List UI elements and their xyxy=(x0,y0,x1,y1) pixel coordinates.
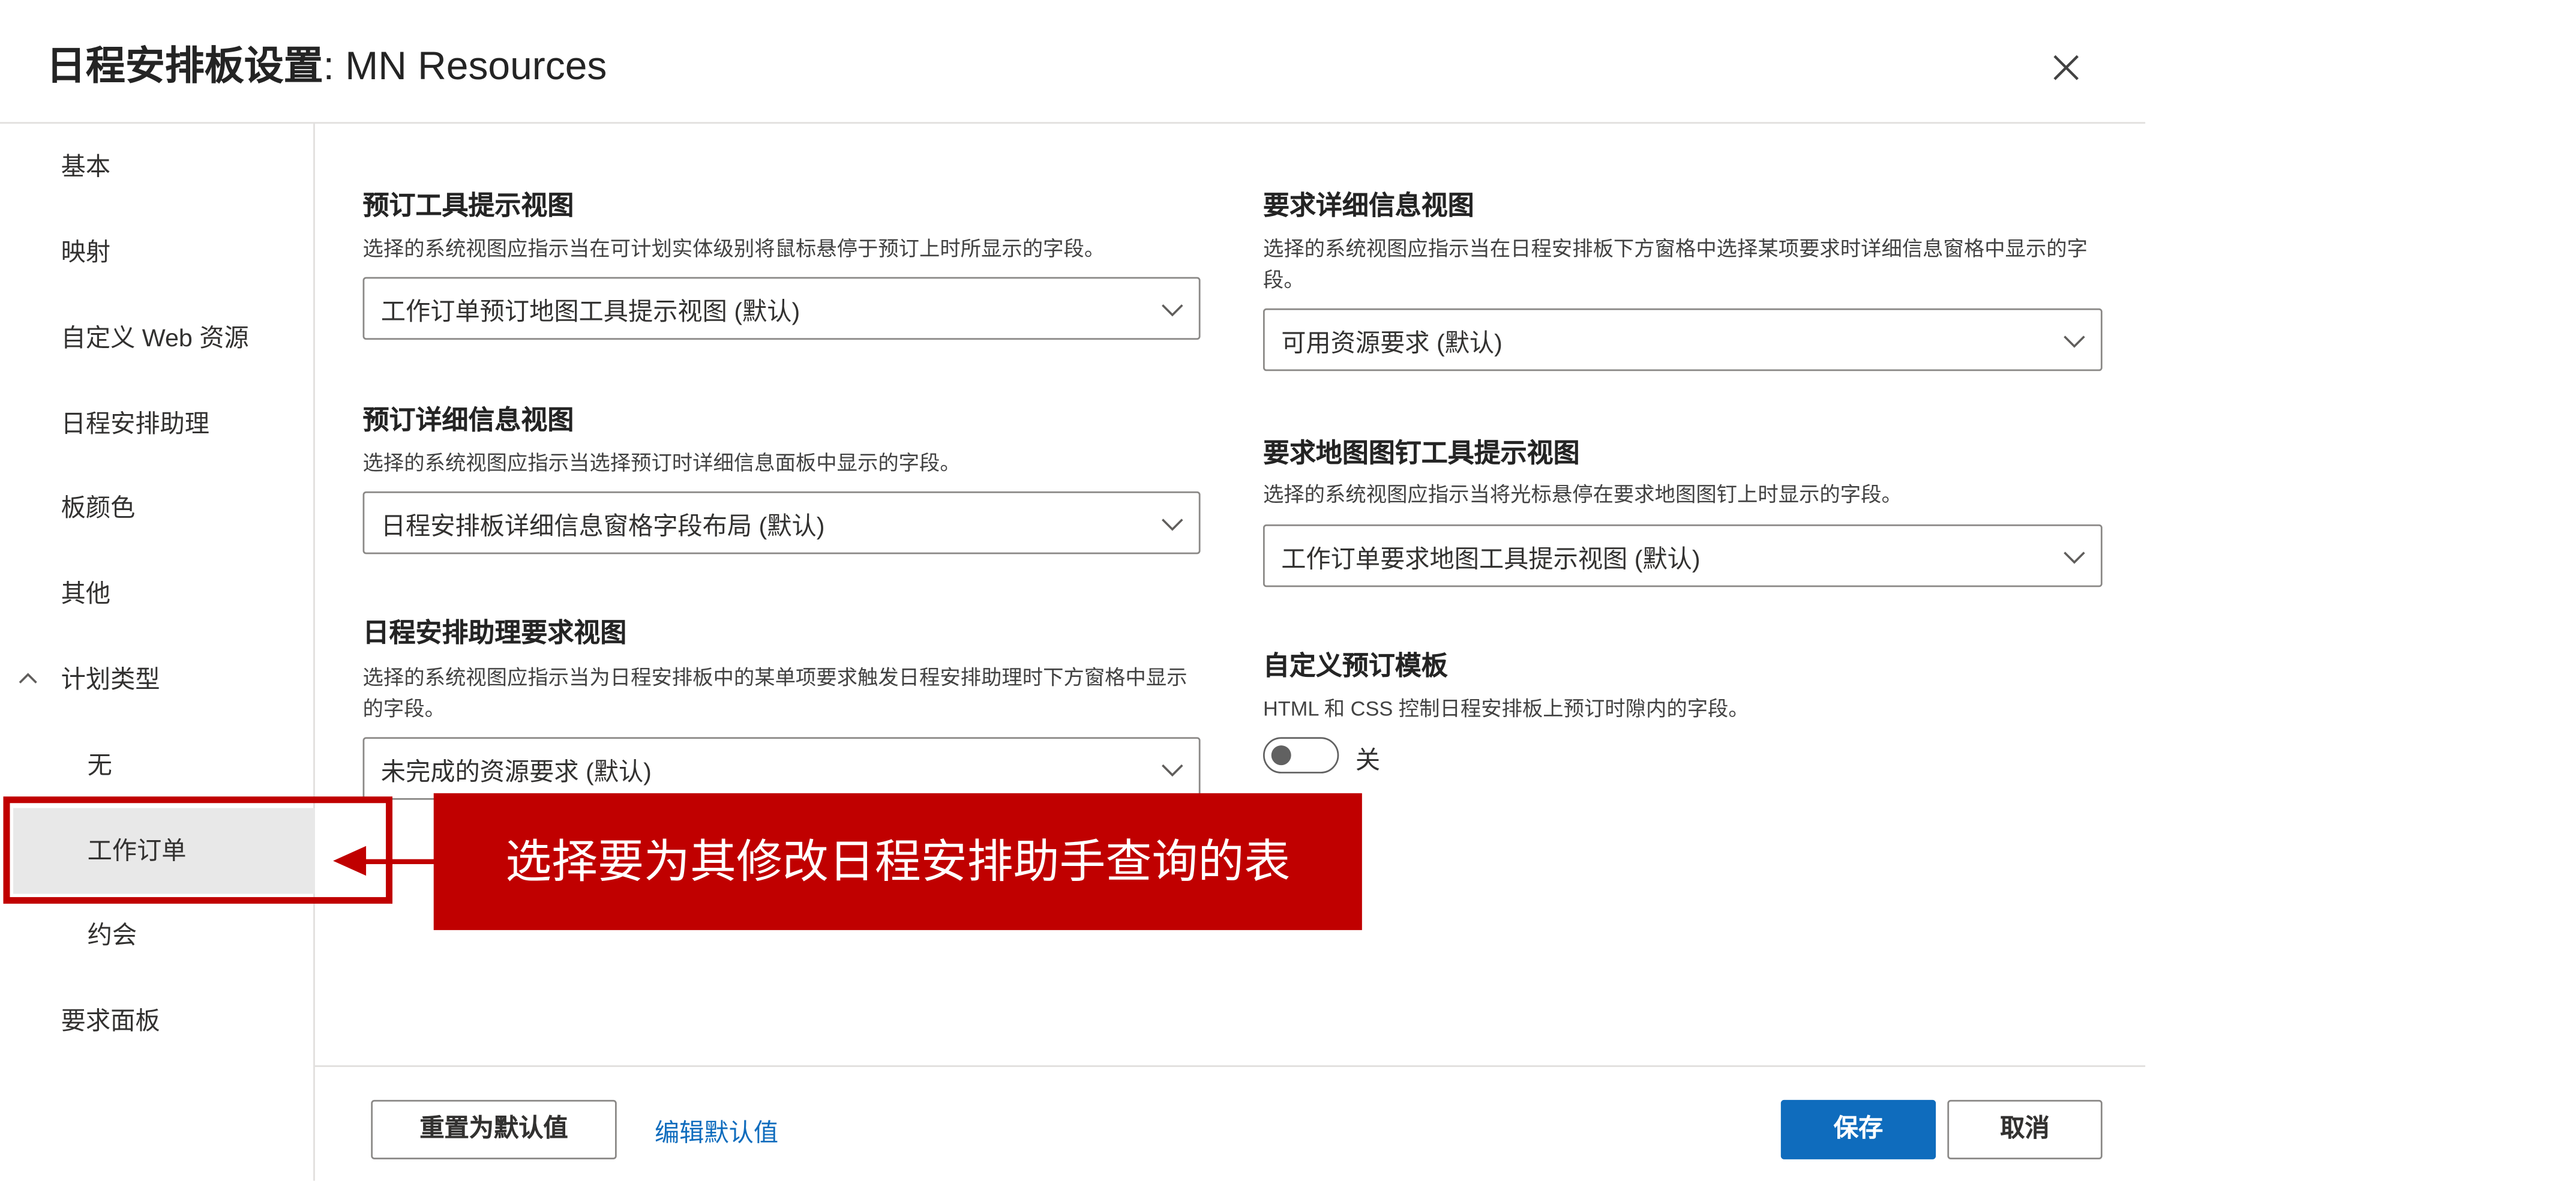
sidebar-item-schedule-types[interactable]: 计划类型 xyxy=(61,664,160,697)
assistant-requirements-description: 选择的系统视图应指示当为日程安排板中的某单项要求触发日程安排助理时下方窗格中显示… xyxy=(362,666,1187,721)
sidebar-item-requirement-panel[interactable]: 要求面板 xyxy=(61,1006,160,1039)
cancel-button[interactable]: 取消 xyxy=(1947,1099,2103,1159)
annotation-arrow-icon xyxy=(333,846,367,876)
chevron-down-icon xyxy=(2064,335,2085,348)
chevron-up-icon[interactable] xyxy=(15,666,41,693)
requirement-details-title: 要求详细信息视图 xyxy=(1262,193,1474,221)
requirement-map-tooltip-select[interactable]: 工作订单要求地图工具提示视图 (默认) xyxy=(1262,524,2103,587)
custom-template-title: 自定义预订模板 xyxy=(1262,653,1448,681)
requirement-map-tooltip-title: 要求地图图钉工具提示视图 xyxy=(1262,440,1580,469)
header-divider xyxy=(0,122,2146,124)
footer-divider xyxy=(314,1065,2146,1067)
booking-details-value: 日程安排板详细信息窗格字段布局 (默认) xyxy=(380,512,825,541)
custom-template-description: HTML 和 CSS 控制日程安排板上预订时隙内的字段。 xyxy=(1262,697,1749,721)
booking-tooltip-description: 选择的系统视图应指示当在可计划实体级别将鼠标悬停于预订上时所显示的字段。 xyxy=(362,237,1105,261)
sidebar-item-schedule-assistant[interactable]: 日程安排助理 xyxy=(61,409,209,442)
reset-defaults-button[interactable]: 重置为默认值 xyxy=(371,1099,617,1159)
close-button[interactable] xyxy=(2041,43,2091,92)
sidebar-item-appointment[interactable]: 约会 xyxy=(88,920,137,953)
chevron-down-icon xyxy=(1162,304,1183,317)
sidebar-item-none[interactable]: 无 xyxy=(88,750,112,783)
assistant-requirements-value: 未完成的资源要求 (默认) xyxy=(380,759,652,787)
booking-tooltip-title: 预订工具提示视图 xyxy=(362,193,574,221)
requirement-details-select[interactable]: 可用资源要求 (默认) xyxy=(1262,308,2103,371)
sidebar-divider xyxy=(313,124,315,1181)
annotation-callout: 选择要为其修改日程安排助手查询的表 xyxy=(433,793,1362,930)
annotation-arrow-line xyxy=(362,859,436,864)
requirement-details-description: 选择的系统视图应指示当在日程安排板下方窗格中选择某项要求时详细信息窗格中显示的字… xyxy=(1262,237,2088,292)
chevron-down-icon xyxy=(2064,551,2085,564)
requirement-details-value: 可用资源要求 (默认) xyxy=(1281,329,1503,358)
booking-tooltip-value: 工作订单预订地图工具提示视图 (默认) xyxy=(380,298,800,327)
sidebar-item-custom-web-resource[interactable]: 自定义 Web 资源 xyxy=(61,323,249,356)
custom-template-toggle[interactable] xyxy=(1262,737,1339,774)
booking-details-select[interactable]: 日程安排板详细信息窗格字段布局 (默认) xyxy=(362,491,1201,554)
assistant-requirements-select[interactable]: 未完成的资源要求 (默认) xyxy=(362,737,1201,800)
dialog-title: 日程安排板设置: MN Resources xyxy=(46,33,607,91)
requirement-map-tooltip-description: 选择的系统视图应指示当将光标悬停在要求地图图钉上时显示的字段。 xyxy=(1262,483,1902,506)
booking-details-title: 预订详细信息视图 xyxy=(362,407,574,436)
save-button[interactable]: 保存 xyxy=(1780,1099,1936,1159)
sidebar-item-board-colors[interactable]: 板颜色 xyxy=(61,493,136,526)
booking-details-description: 选择的系统视图应指示当选择预订时详细信息面板中显示的字段。 xyxy=(362,451,961,475)
dialog-title-resource: : MN Resources xyxy=(323,44,607,89)
edit-defaults-link[interactable]: 编辑默认值 xyxy=(655,1115,778,1150)
booking-tooltip-select[interactable]: 工作订单预订地图工具提示视图 (默认) xyxy=(362,277,1201,340)
chevron-down-icon xyxy=(1162,518,1183,531)
sidebar-item-other[interactable]: 其他 xyxy=(61,579,110,612)
sidebar-item-basic[interactable]: 基本 xyxy=(61,152,110,185)
custom-template-toggle-label: 关 xyxy=(1355,747,1381,775)
requirement-map-tooltip-value: 工作订单要求地图工具提示视图 (默认) xyxy=(1281,545,1701,574)
close-icon xyxy=(2053,55,2079,80)
toggle-knob xyxy=(1271,745,1291,766)
sidebar-item-mapping[interactable]: 映射 xyxy=(61,238,110,271)
assistant-requirements-title: 日程安排助理要求视图 xyxy=(362,620,627,648)
dialog-title-main: 日程安排板设置 xyxy=(46,44,323,89)
chevron-down-icon xyxy=(1162,764,1183,777)
